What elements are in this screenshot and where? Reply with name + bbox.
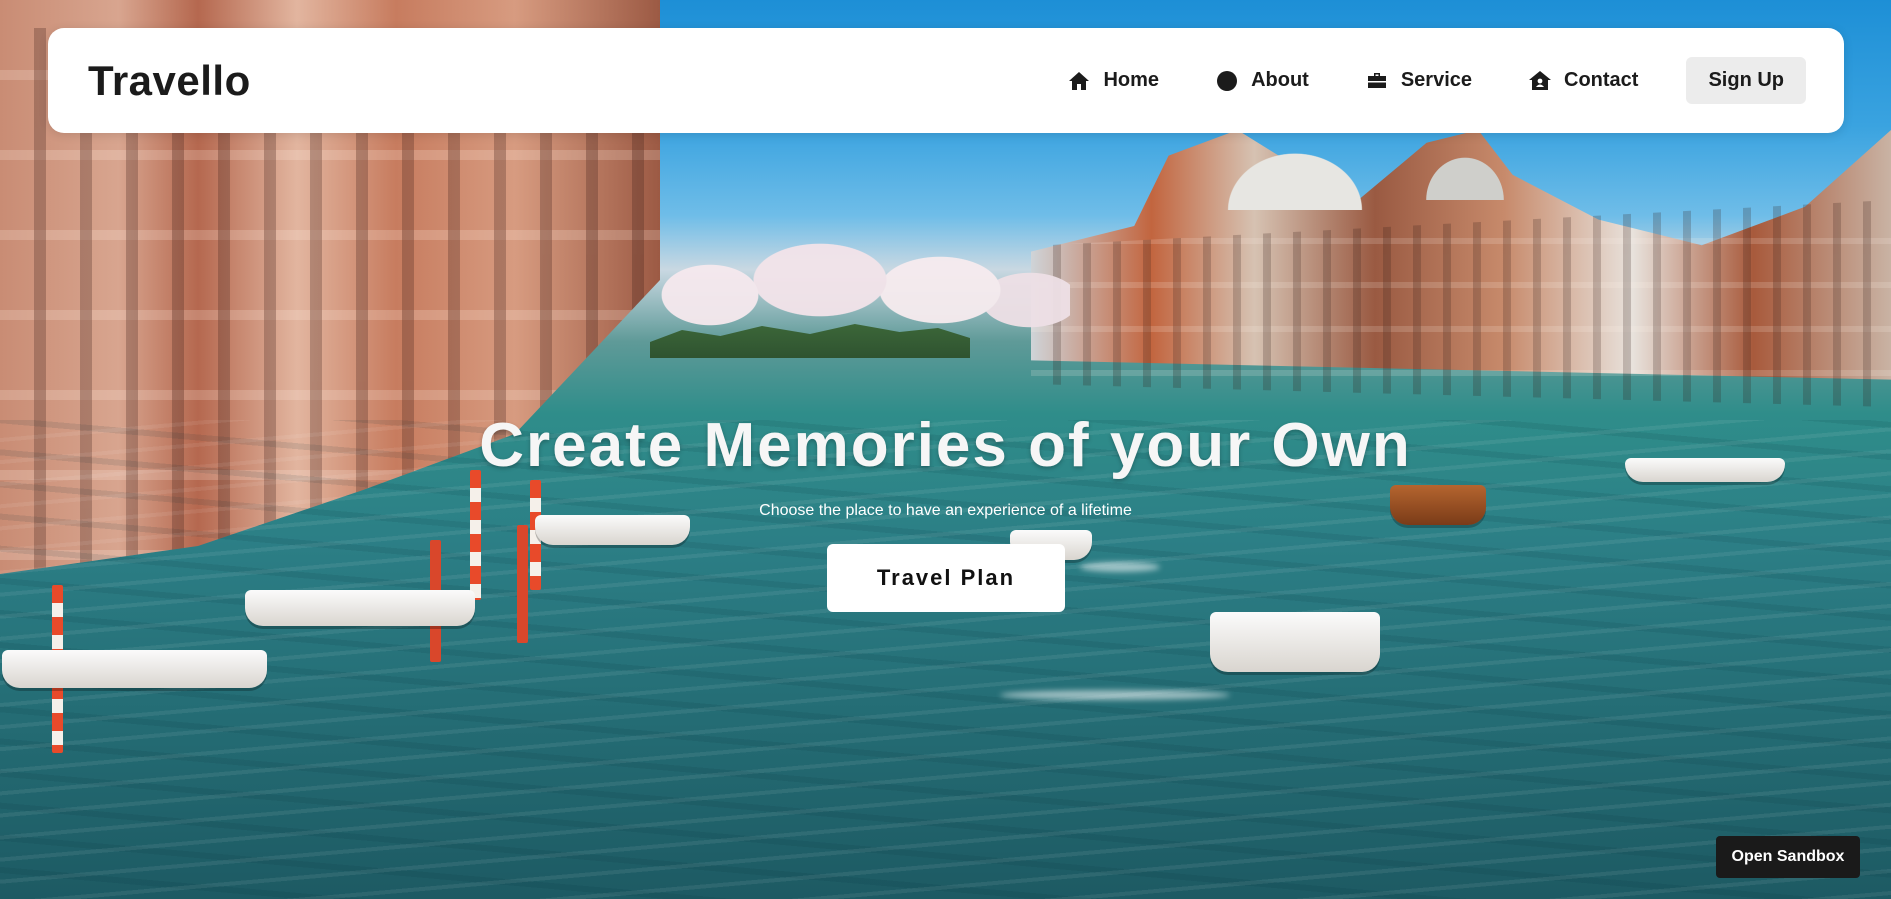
background-clouds — [650, 225, 1070, 335]
boat-wake — [1000, 690, 1230, 700]
nav-item-label: Service — [1400, 69, 1472, 91]
background-dome-small — [1410, 130, 1520, 200]
hero-subline: Choose the place to have an experience o… — [759, 502, 1132, 519]
brand-logo[interactable]: Travello — [88, 57, 251, 105]
background-water — [0, 420, 1891, 899]
mooring-pole — [517, 525, 528, 643]
background-dome — [1200, 120, 1390, 210]
hero-headline: Create Memories of your Own — [479, 411, 1412, 480]
home-icon — [1067, 69, 1091, 93]
house-user-icon — [1528, 69, 1552, 93]
hero-section: Travello Home About Service Contact Sign… — [0, 0, 1891, 899]
boat-wake — [1080, 562, 1160, 572]
nav-item-label: About — [1251, 69, 1309, 91]
circle-icon — [1215, 69, 1239, 93]
navbar: Travello Home About Service Contact Sign… — [48, 28, 1844, 133]
nav-item-about[interactable]: About — [1215, 69, 1309, 93]
speedboat — [1210, 612, 1380, 672]
sign-up-button[interactable]: Sign Up — [1686, 57, 1806, 104]
moored-boat — [2, 650, 267, 688]
open-sandbox-button[interactable]: Open Sandbox — [1716, 836, 1860, 878]
moored-boat — [245, 590, 475, 626]
mooring-pole — [470, 470, 481, 600]
nav-item-home[interactable]: Home — [1067, 69, 1159, 93]
nav-item-contact[interactable]: Contact — [1528, 69, 1638, 93]
nav-item-label: Home — [1103, 69, 1160, 91]
briefcase-icon — [1365, 69, 1389, 93]
travel-plan-button[interactable]: Travel Plan — [827, 544, 1065, 612]
nav-item-service[interactable]: Service — [1365, 69, 1472, 93]
nav-item-label: Contact — [1564, 69, 1639, 91]
nav-links: Home About Service Contact Sign Up — [1011, 57, 1806, 104]
